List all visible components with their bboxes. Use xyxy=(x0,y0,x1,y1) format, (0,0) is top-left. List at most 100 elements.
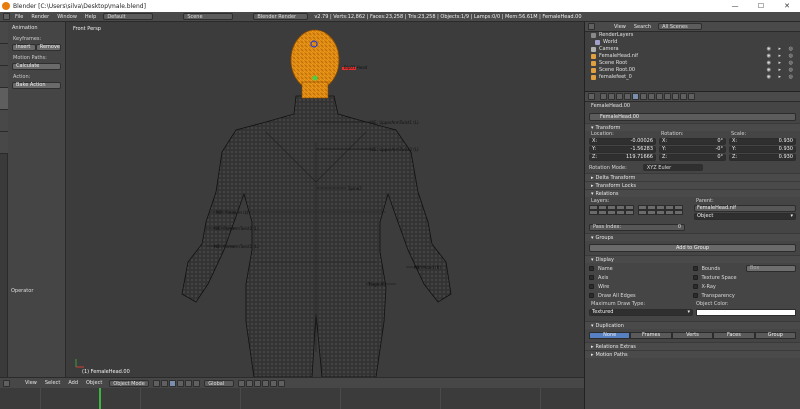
layer-button[interactable] xyxy=(270,379,278,387)
scene-tab-icon[interactable] xyxy=(616,93,623,100)
rotation-x-field[interactable]: X: 0° xyxy=(659,138,726,145)
layer-button[interactable] xyxy=(254,379,262,387)
menu-window[interactable]: Window xyxy=(53,14,81,20)
calculate-button[interactable]: Calculate xyxy=(12,63,61,70)
dup-frames-button[interactable]: Frames xyxy=(630,332,672,339)
display-mode-dropdown[interactable]: All Scenes xyxy=(658,23,703,30)
pass-index-field[interactable]: Pass Index: 0 xyxy=(589,224,685,231)
layer-grid[interactable] xyxy=(638,205,683,221)
layer-button[interactable] xyxy=(278,379,286,387)
texture-space-checkbox[interactable]: Texture Space xyxy=(692,274,797,281)
render-layers-tab-icon[interactable] xyxy=(608,93,615,100)
scale-y-field[interactable]: Y: 0.930 xyxy=(729,146,796,153)
visibility-toggles[interactable]: ◉ ▸ ◎ xyxy=(767,67,796,74)
manipulator-icon[interactable] xyxy=(169,379,177,387)
visibility-toggles[interactable]: ◉ ▸ ◎ xyxy=(767,53,796,60)
insert-keyframe-button[interactable]: Insert xyxy=(12,44,36,51)
dup-faces-button[interactable]: Faces xyxy=(713,332,755,339)
object-name-field[interactable]: FemaleHead.00 xyxy=(589,113,796,121)
outliner-row[interactable]: Scene Root.00 ◉ ▸ ◎ xyxy=(585,67,800,74)
location-x-field[interactable]: X: -0.00026 xyxy=(589,138,656,145)
animation-panel-header[interactable]: Animation xyxy=(8,22,65,33)
editor-type-icon[interactable] xyxy=(588,23,595,30)
translate-icon[interactable] xyxy=(177,379,185,387)
orientation-dropdown[interactable]: Global xyxy=(204,379,235,387)
remove-keyframe-button[interactable]: Remove xyxy=(35,44,61,51)
texture-tab-icon[interactable] xyxy=(672,93,679,100)
rotate-icon[interactable] xyxy=(185,379,193,387)
scene-dropdown[interactable]: Scene xyxy=(183,13,234,20)
mode-dropdown[interactable]: Object Mode xyxy=(109,379,150,387)
tab-grease-pencil[interactable] xyxy=(0,132,8,154)
3d-viewport[interactable]: Front Persp Bip01 Head NIE: UpperArmTwis… xyxy=(66,22,584,377)
max-draw-dropdown[interactable]: Textured ▾ xyxy=(589,309,693,316)
draw-all-edges-checkbox[interactable]: Draw All Edges xyxy=(589,292,693,299)
modifiers-tab-icon[interactable] xyxy=(648,93,655,100)
playhead[interactable] xyxy=(99,388,101,409)
name-checkbox[interactable]: Name xyxy=(589,265,693,272)
duplication-header[interactable]: Duplication xyxy=(585,321,800,329)
parent-type-dropdown[interactable]: Object ▾ xyxy=(694,213,796,220)
visibility-toggles[interactable]: ◉ ▸ ◎ xyxy=(767,74,796,81)
transparency-checkbox[interactable]: Transparency xyxy=(692,292,797,299)
display-header[interactable]: Display xyxy=(585,255,800,263)
menu-view[interactable]: View xyxy=(21,380,41,386)
transform-panel-header[interactable]: Transform xyxy=(585,123,800,131)
menu-add[interactable]: Add xyxy=(64,380,82,386)
editor-type-icon[interactable] xyxy=(3,13,10,20)
dup-verts-button[interactable]: Verts xyxy=(671,332,714,339)
world-tab-icon[interactable] xyxy=(624,93,631,100)
menu-search[interactable]: Search xyxy=(630,24,655,30)
wire-checkbox[interactable]: Wire xyxy=(589,283,693,290)
render-tab-icon[interactable] xyxy=(600,93,607,100)
tab-physics[interactable] xyxy=(0,110,8,132)
object-color-swatch[interactable] xyxy=(696,309,796,316)
material-tab-icon[interactable] xyxy=(664,93,671,100)
editor-type-icon[interactable] xyxy=(3,379,10,387)
menu-render[interactable]: Render xyxy=(27,14,53,20)
tab-tools[interactable] xyxy=(0,22,8,44)
particles-tab-icon[interactable] xyxy=(680,93,687,100)
physics-tab-icon[interactable] xyxy=(688,93,695,100)
rotation-z-field[interactable]: Z: 0° xyxy=(659,154,726,161)
scale-x-field[interactable]: X: 0.930 xyxy=(729,138,796,145)
scale-icon[interactable] xyxy=(193,379,201,387)
menu-help[interactable]: Help xyxy=(81,14,100,20)
render-engine-dropdown[interactable]: Blender Render xyxy=(253,13,309,20)
close-button[interactable]: ✕ xyxy=(774,0,800,12)
rotation-y-field[interactable]: Y: -0° xyxy=(659,146,726,153)
tab-animation[interactable] xyxy=(0,88,8,110)
outliner-row[interactable]: World xyxy=(585,39,800,46)
outliner-row[interactable]: Scene Root ◉ ▸ ◎ xyxy=(585,60,800,67)
parent-field[interactable]: FemaleHead.nif xyxy=(694,205,796,212)
dup-group-button[interactable]: Group xyxy=(754,332,797,339)
transform-locks-header[interactable]: Transform Locks xyxy=(585,181,800,189)
location-y-field[interactable]: Y: -1.56283 xyxy=(589,146,656,153)
layer-grid[interactable] xyxy=(589,205,634,221)
operator-panel[interactable]: Operator xyxy=(8,288,66,294)
relations-header[interactable]: Relations xyxy=(585,189,800,197)
menu-view[interactable]: View xyxy=(610,24,630,30)
menu-file[interactable]: File xyxy=(11,14,27,20)
data-tab-icon[interactable] xyxy=(656,93,663,100)
object-tab-icon[interactable] xyxy=(632,93,639,100)
timeline-strip[interactable] xyxy=(0,388,584,409)
menu-object[interactable]: Object xyxy=(82,380,106,386)
layer-button[interactable] xyxy=(238,379,246,387)
tab-relations[interactable] xyxy=(0,66,8,88)
rotation-mode-dropdown[interactable]: XYZ Euler xyxy=(642,164,703,171)
visibility-toggles[interactable]: ◉ ▸ ◎ xyxy=(767,60,796,67)
layer-button[interactable] xyxy=(246,379,254,387)
constraints-tab-icon[interactable] xyxy=(640,93,647,100)
add-to-group-button[interactable]: Add to Group xyxy=(589,244,796,252)
editor-type-icon[interactable] xyxy=(588,93,595,100)
shading-icon[interactable] xyxy=(153,379,161,387)
location-z-field[interactable]: Z: 119.71666 xyxy=(589,154,656,161)
minimize-button[interactable]: — xyxy=(722,0,748,12)
pivot-icon[interactable] xyxy=(161,379,169,387)
outliner-row[interactable]: Camera ◉ ▸ ◎ xyxy=(585,46,800,53)
dup-none-button[interactable]: None xyxy=(589,332,631,339)
x-ray-checkbox[interactable]: X-Ray xyxy=(692,283,797,290)
outliner-row[interactable]: femalefeet_0 ◉ ▸ ◎ xyxy=(585,74,800,81)
mesh-wireframe[interactable]: Bip01 Head NIE: UpperArmTwist1 (L) NIE: … xyxy=(66,22,584,377)
